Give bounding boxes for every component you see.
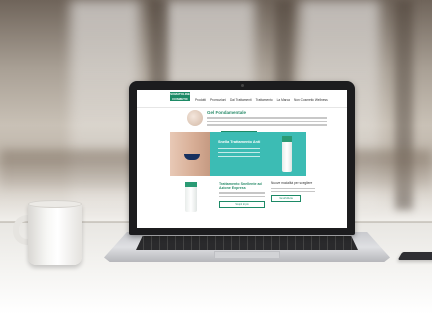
product-title: Trattamento Snellente ad Azione Express bbox=[219, 182, 262, 191]
laptop-trackpad bbox=[214, 251, 280, 259]
laptop-screen: SOMATOLINE COSMETIC Prodotti Promozioni … bbox=[137, 90, 347, 228]
nav-item[interactable]: Prodotti bbox=[195, 98, 206, 102]
product-button[interactable]: Scopri di più bbox=[219, 200, 265, 208]
nav-item[interactable]: Non Cosmetic Wellness bbox=[294, 98, 328, 102]
product-cap bbox=[185, 182, 197, 187]
nav-item[interactable]: Promozioni bbox=[210, 98, 226, 102]
banner-text-line bbox=[218, 148, 260, 150]
hero-text-line bbox=[207, 120, 327, 122]
notebook bbox=[397, 252, 432, 260]
banner-product-cap bbox=[282, 136, 292, 142]
site-nav: Prodotti Promozioni Dai Trattamenti Trat… bbox=[195, 98, 328, 102]
side-section: Nuove modalità per scegliere Vai all'off… bbox=[271, 181, 315, 203]
mug-rim bbox=[28, 200, 82, 208]
laptop-keyboard bbox=[136, 236, 358, 250]
coffee-mug bbox=[28, 203, 82, 265]
nav-item[interactable]: Dai Trattamenti bbox=[230, 98, 252, 102]
side-text-line bbox=[271, 187, 315, 189]
hero-image bbox=[187, 110, 203, 126]
photo-scene: SOMATOLINE COSMETIC Prodotti Promozioni … bbox=[0, 0, 432, 314]
nav-item[interactable]: Trattamento bbox=[256, 98, 273, 102]
product-text-line bbox=[219, 195, 265, 197]
side-title: Nuove modalità per scegliere bbox=[271, 181, 313, 185]
laptop-camera bbox=[241, 84, 244, 87]
site-logo[interactable]: SOMATOLINE COSMETIC bbox=[170, 92, 190, 101]
promo-banner[interactable]: Snella Trattamento Anti bbox=[170, 132, 306, 176]
product-image[interactable] bbox=[185, 182, 205, 212]
hero-title: Gel Fondamentale bbox=[207, 110, 247, 115]
hero-text-line bbox=[207, 124, 327, 126]
nav-item[interactable]: La Marca bbox=[277, 98, 290, 102]
hero-text-line bbox=[207, 117, 327, 119]
product-section: Trattamento Snellente ad Azione Express … bbox=[219, 182, 265, 208]
side-text-line bbox=[271, 190, 315, 193]
banner-text-line bbox=[218, 156, 260, 158]
site-header: SOMATOLINE COSMETIC Prodotti Promozioni … bbox=[137, 90, 347, 108]
product-text-line bbox=[219, 192, 265, 194]
banner-text-line bbox=[218, 152, 260, 154]
side-button[interactable]: Vai all'offerta bbox=[271, 195, 301, 203]
banner-title: Snella Trattamento Anti bbox=[218, 140, 261, 144]
